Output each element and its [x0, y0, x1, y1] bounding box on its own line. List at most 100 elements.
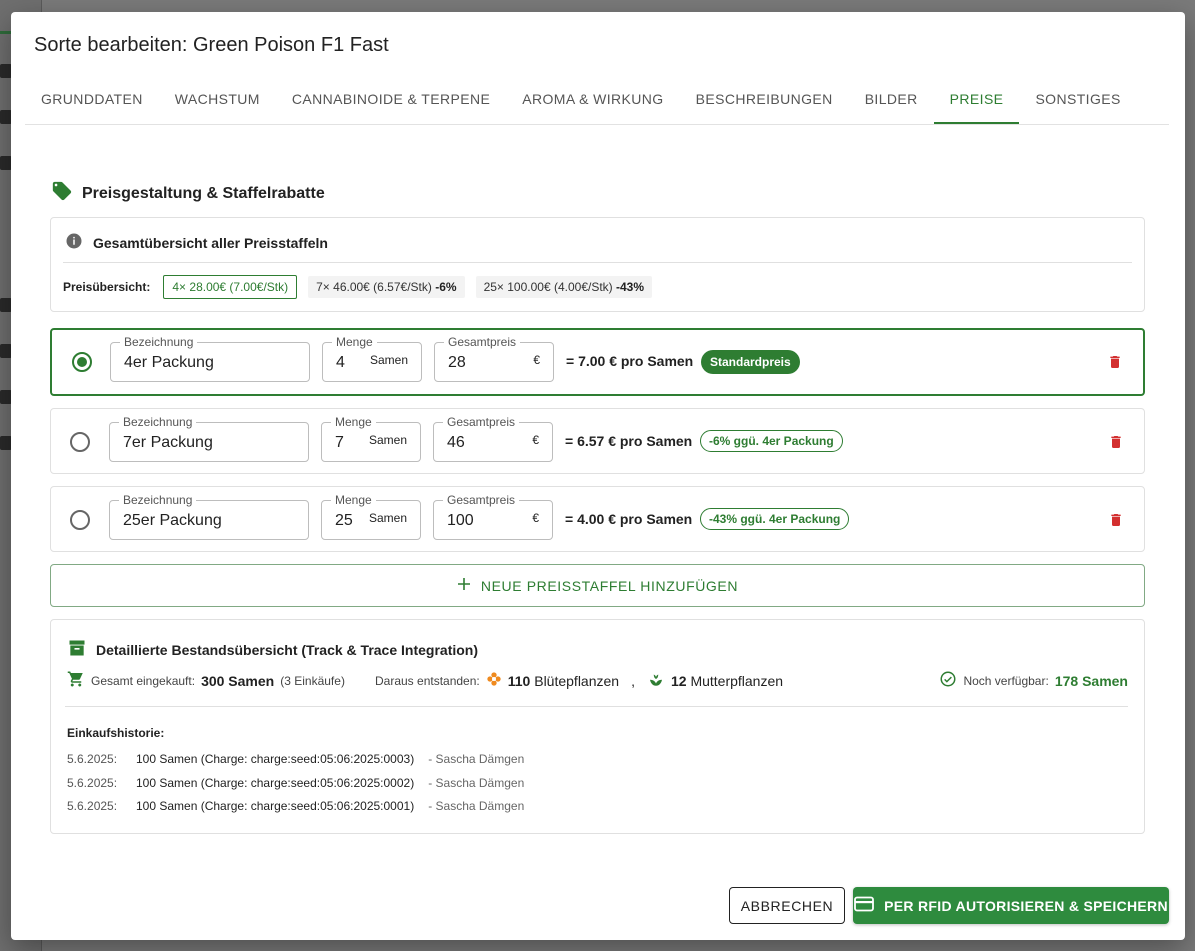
tier-qty-unit: Samen [368, 511, 407, 525]
mother-label: Mutterpflanzen [690, 672, 784, 689]
price-tag-icon [51, 180, 73, 207]
inventory-summary-row: Gesamt eingekauft: 300 Samen (3 Einkäufe… [67, 670, 1128, 690]
price-chip: 7× 46.00€ (6.57€/Stk) -6% [308, 276, 465, 298]
history-date: 5.6.2025: [67, 752, 118, 766]
history-date: 5.6.2025: [67, 799, 118, 813]
tab-beschreibungen[interactable]: BESCHREIBUNGEN [680, 86, 849, 124]
tier-name-label: Bezeichnung [120, 335, 198, 349]
tier-default-radio[interactable] [70, 510, 90, 530]
history-date: 5.6.2025: [67, 776, 118, 790]
info-icon [65, 232, 83, 253]
credit-card-icon [854, 896, 875, 915]
delete-tier-icon[interactable] [1107, 353, 1123, 371]
history-row: 5.6.2025: 100 Samen (Charge: charge:seed:… [67, 799, 524, 813]
delete-tier-icon[interactable] [1108, 511, 1124, 529]
tier-name-field[interactable]: Bezeichnung 25er Packung [109, 493, 309, 540]
tier-name-value: 25er Packung [123, 512, 222, 529]
price-tier-row: Bezeichnung 4er Packung Menge 4 Samen Ge… [50, 328, 1145, 396]
tab-sonstiges[interactable]: SONSTIGES [1019, 86, 1136, 124]
rfid-save-label: PER RFID AUTORISIEREN & SPEICHERN [884, 897, 1168, 914]
price-chip-text: 4× 28.00€ (7.00€/Stk) [172, 280, 289, 294]
tier-price-currency: € [533, 353, 540, 367]
flower-icon [486, 671, 502, 690]
overview-divider [63, 262, 1132, 263]
tier-default-radio[interactable] [70, 432, 90, 452]
tier-price-field[interactable]: Gesamtpreis 46 € [433, 415, 553, 462]
tier-per-unit: = 7.00 € pro Samen [566, 353, 694, 369]
tier-name-field[interactable]: Bezeichnung 7er Packung [109, 415, 309, 462]
price-overview-card: Gesamtübersicht aller Preisstaffeln Prei… [50, 217, 1145, 312]
tier-per-unit: = 6.57 € pro Samen [565, 433, 693, 449]
rfid-save-button[interactable]: PER RFID AUTORISIEREN & SPEICHERN [853, 887, 1169, 924]
price-chip: 25× 100.00€ (4.00€/Stk) -43% [475, 276, 653, 298]
tier-default-radio[interactable] [72, 352, 92, 372]
edit-strain-dialog: Sorte bearbeiten: Green Poison F1 Fast G… [11, 12, 1185, 940]
tier-qty-value: 25 [335, 512, 353, 529]
sprout-icon [647, 670, 665, 691]
delete-tier-icon[interactable] [1108, 433, 1124, 451]
plants-separator: , [631, 672, 635, 689]
inventory-title: Detaillierte Bestandsübersicht (Track & … [67, 638, 478, 661]
tier-qty-unit: Samen [368, 433, 407, 447]
history-row: 5.6.2025: 100 Samen (Charge: charge:seed:… [67, 776, 524, 790]
mother-count: 12 [670, 672, 687, 689]
tab-bilder[interactable]: BILDER [849, 86, 934, 124]
tier-badge: -6% ggü. 4er Packung [700, 430, 843, 452]
tier-price-currency: € [532, 433, 539, 447]
overview-title: Gesamtübersicht aller Preisstaffeln [65, 232, 328, 253]
tier-price-label: Gesamtpreis [443, 493, 520, 507]
tier-qty-field[interactable]: Menge 4 Samen [322, 335, 422, 382]
purchased-value: 300 Samen [201, 673, 274, 689]
available-value: 178 Samen [1054, 672, 1128, 689]
price-chip: 4× 28.00€ (7.00€/Stk) [163, 275, 298, 299]
history-user: - Sascha Dämgen [428, 752, 525, 766]
tier-per-unit: = 4.00 € pro Samen [565, 511, 693, 527]
tier-qty-value: 4 [336, 354, 345, 371]
inventory-card: Detaillierte Bestandsübersicht (Track & … [50, 619, 1145, 834]
mother-plants: 12 Mutterpflanzen [671, 673, 783, 689]
tab-wachstum[interactable]: WACHSTUM [159, 86, 276, 124]
purchased-count: (3 Einkäufe) [280, 673, 345, 688]
cancel-button[interactable]: ABBRECHEN [729, 887, 845, 924]
purchased-label: Gesamt eingekauft: [91, 673, 196, 688]
derived-label: Daraus entstanden: [375, 673, 480, 688]
tab-cannabinoide-terpene[interactable]: CANNABINOIDE & TERPENE [276, 86, 506, 124]
tier-name-value: 7er Packung [123, 434, 213, 451]
tier-qty-label: Menge [331, 493, 376, 507]
price-chip-text: 7× 46.00€ (6.57€/Stk) [316, 280, 432, 294]
history-amount: 100 Samen (Charge: charge:seed:05:06:202… [136, 776, 415, 790]
tier-qty-field[interactable]: Menge 25 Samen [321, 493, 421, 540]
price-tier-row: Bezeichnung 7er Packung Menge 7 Samen Ge… [50, 408, 1145, 474]
tier-price-value: 28 [448, 354, 466, 371]
tab-grunddaten[interactable]: GRUNDDATEN [25, 86, 159, 124]
tier-price-field[interactable]: Gesamtpreis 100 € [433, 493, 553, 540]
pricing-heading: Preisgestaltung & Staffelrabatte [82, 184, 325, 202]
tier-price-value: 100 [447, 512, 474, 529]
tier-qty-label: Menge [332, 335, 377, 349]
price-chip-discount: -6% [435, 280, 457, 294]
history-user: - Sascha Dämgen [428, 776, 525, 790]
add-price-tier-button[interactable]: NEUE PREISSTAFFEL HINZUFÜGEN [50, 564, 1145, 607]
history-amount: 100 Samen (Charge: charge:seed:05:06:202… [136, 752, 415, 766]
tab-aroma-wirkung[interactable]: AROMA & WIRKUNG [506, 86, 679, 124]
overview-title-text: Gesamtübersicht aller Preisstaffeln [93, 234, 328, 251]
tier-name-label: Bezeichnung [119, 415, 197, 429]
flower-count: 110 [507, 672, 531, 689]
plus-icon [457, 577, 471, 594]
overview-chip-row: Preisübersicht: 4× 28.00€ (7.00€/Stk) 7×… [63, 275, 653, 299]
tier-price-field[interactable]: Gesamtpreis 28 € [434, 335, 554, 382]
available-label: Noch verfügbar: [963, 673, 1049, 688]
tier-price-value: 46 [447, 434, 465, 451]
history-amount: 100 Samen (Charge: charge:seed:05:06:202… [136, 799, 415, 813]
tab-bar: GRUNDDATEN WACHSTUM CANNABINOIDE & TERPE… [25, 86, 1169, 125]
available-group: Noch verfügbar: 178 Samen [939, 670, 1128, 691]
tier-name-field[interactable]: Bezeichnung 4er Packung [110, 335, 310, 382]
tier-badge: -43% ggü. 4er Packung [700, 508, 850, 530]
history-row: 5.6.2025: 100 Samen (Charge: charge:seed:… [67, 752, 524, 766]
tab-preise[interactable]: PREISE [933, 86, 1020, 124]
tier-price-label: Gesamtpreis [443, 415, 520, 429]
price-chip-discount: -43% [616, 280, 645, 294]
tier-qty-field[interactable]: Menge 7 Samen [321, 415, 421, 462]
check-circle-icon [939, 670, 957, 691]
derived-group: Daraus entstanden: 110 Blütepflanzen , 1… [375, 670, 783, 691]
